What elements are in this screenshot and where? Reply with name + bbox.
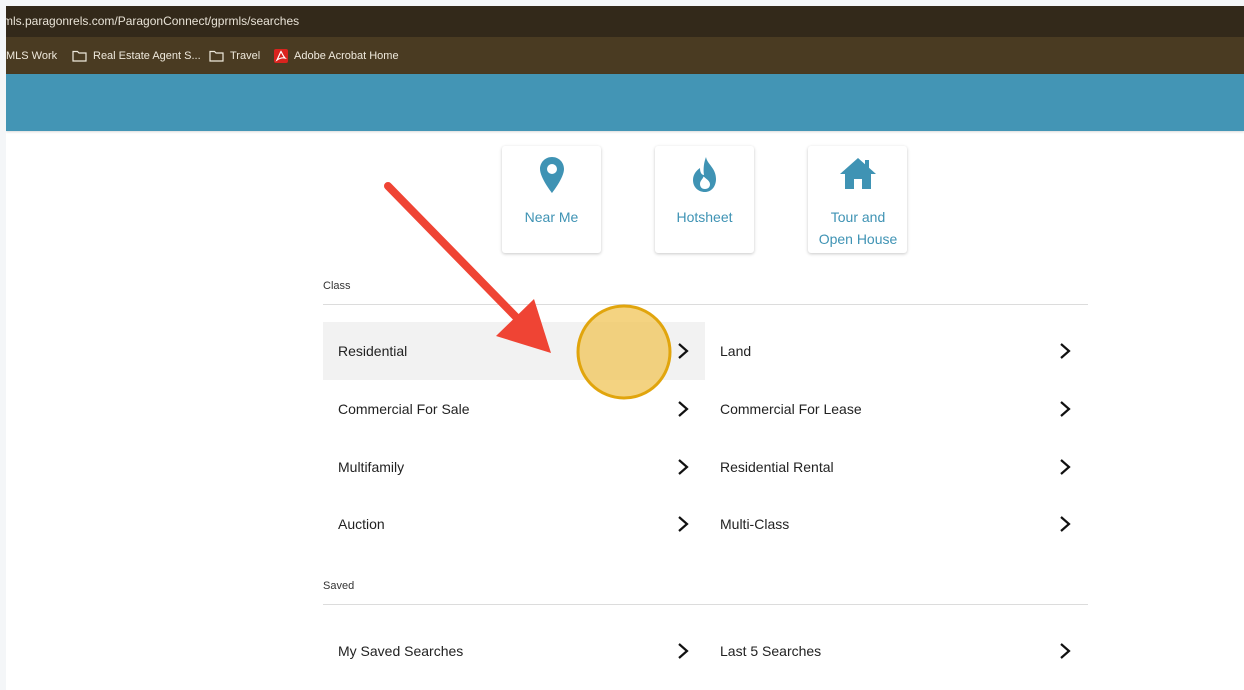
- class-commercial-for-lease[interactable]: Commercial For Lease: [705, 380, 1087, 438]
- chevron-right-icon: [678, 401, 689, 417]
- annotation-arrow: [384, 182, 520, 321]
- chevron-right-icon: [1060, 516, 1071, 532]
- chevron-right-icon: [1060, 401, 1071, 417]
- browser-window: mls.paragonrels.com/ParagonConnect/gprml…: [6, 6, 1244, 690]
- class-commercial-for-sale[interactable]: Commercial For Sale: [323, 380, 705, 438]
- bookmark-label: Travel: [230, 49, 261, 62]
- tile-label: Hotsheet: [676, 209, 733, 225]
- house-icon: [839, 158, 876, 189]
- row-label: Multi-Class: [720, 516, 790, 532]
- saved-my-saved-searches[interactable]: My Saved Searches: [323, 622, 705, 680]
- class-land[interactable]: Land: [705, 322, 1087, 380]
- chevron-right-icon: [1060, 459, 1071, 475]
- row-label: Auction: [338, 516, 385, 532]
- class-residential[interactable]: Residential: [323, 322, 705, 380]
- class-section-label: Class: [323, 280, 351, 292]
- bookmark-label: Real Estate Agent S...: [93, 49, 201, 62]
- tile-label: Tour and Open House: [818, 209, 898, 247]
- row-label: My Saved Searches: [338, 643, 464, 659]
- folder-icon: [72, 50, 87, 62]
- app-header-bar: [6, 74, 1244, 131]
- bookmark-real-estate-agent[interactable]: Real Estate Agent S...: [72, 37, 201, 74]
- bookmarks-bar: MLS Work Real Estate Agent S... Travel A…: [6, 37, 1244, 74]
- chevron-right-icon: [1060, 643, 1071, 659]
- bookmark-adobe-acrobat[interactable]: Adobe Acrobat Home: [274, 37, 399, 74]
- chevron-right-icon: [678, 516, 689, 532]
- chevron-right-icon: [678, 343, 689, 359]
- url-text[interactable]: mls.paragonrels.com/ParagonConnect/gprml…: [6, 6, 299, 37]
- row-label: Residential: [338, 343, 408, 359]
- bookmark-travel[interactable]: Travel: [209, 37, 260, 74]
- chevron-right-icon: [1060, 343, 1071, 359]
- hotsheet-tile[interactable]: Hotsheet: [655, 146, 754, 253]
- address-bar[interactable]: mls.paragonrels.com/ParagonConnect/gprml…: [6, 6, 1244, 37]
- row-label: Multifamily: [338, 459, 405, 475]
- chevron-right-icon: [678, 643, 689, 659]
- class-auction[interactable]: Auction: [323, 495, 705, 553]
- row-label: Commercial For Lease: [720, 401, 862, 417]
- row-label: Residential Rental: [720, 459, 834, 475]
- saved-section-label: Saved: [323, 580, 355, 592]
- tile-label: Near Me: [524, 209, 579, 225]
- tour-open-house-tile[interactable]: Tour and Open House: [808, 146, 907, 253]
- row-label: Commercial For Sale: [338, 401, 470, 417]
- chevron-right-icon: [678, 459, 689, 475]
- bookmark-mls-work[interactable]: MLS Work: [6, 37, 57, 74]
- flame-icon: [692, 157, 716, 192]
- near-me-tile[interactable]: Near Me: [502, 146, 601, 253]
- saved-divider: [323, 604, 1088, 605]
- class-multi-class[interactable]: Multi-Class: [705, 495, 1087, 553]
- bookmark-label: Adobe Acrobat Home: [294, 49, 399, 62]
- class-multifamily[interactable]: Multifamily: [323, 438, 705, 496]
- class-residential-rental[interactable]: Residential Rental: [705, 438, 1087, 496]
- folder-icon: [209, 50, 224, 62]
- bookmark-label: MLS Work: [6, 49, 58, 62]
- acrobat-icon: [274, 48, 288, 63]
- row-label: Last 5 Searches: [720, 643, 822, 659]
- saved-last-5-searches[interactable]: Last 5 Searches: [705, 622, 1087, 680]
- class-divider: [323, 304, 1088, 305]
- location-pin-icon: [539, 157, 564, 193]
- row-label: Land: [720, 343, 752, 359]
